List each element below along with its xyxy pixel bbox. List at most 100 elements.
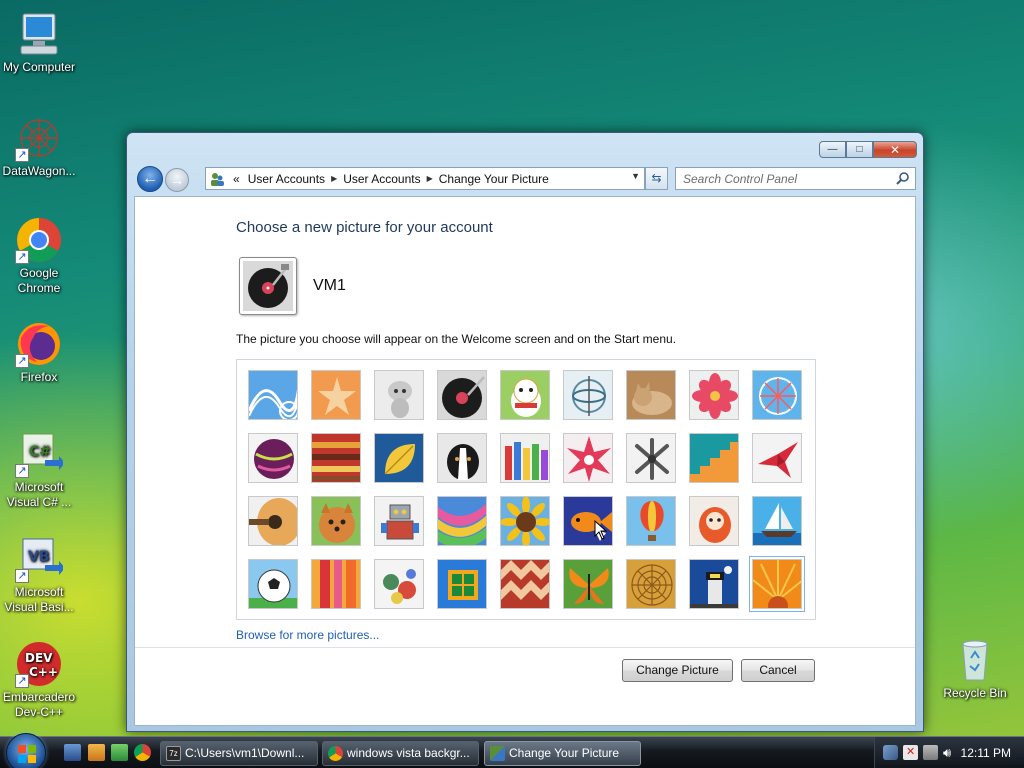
users-tray-icon[interactable] <box>883 745 898 760</box>
refresh-button[interactable]: ⇆ <box>645 167 668 190</box>
stairs-icon <box>690 434 738 482</box>
picture-tile[interactable] <box>374 370 424 420</box>
picture-tile[interactable] <box>248 370 298 420</box>
picture-tile[interactable] <box>374 559 424 609</box>
picture-tile[interactable] <box>248 433 298 483</box>
desktop-icon-my-computer[interactable]: My Computer <box>0 10 80 75</box>
desktop-icon-datawagon[interactable]: ↗ DataWagon... <box>0 114 80 179</box>
desktop-icon-google-chrome[interactable]: ↗ Google Chrome <box>0 216 80 296</box>
chevron-down-icon[interactable]: ▼ <box>631 171 640 181</box>
tray-app-icon[interactable] <box>923 745 938 760</box>
picture-tile[interactable] <box>689 370 739 420</box>
desktop-icon-recycle-bin[interactable]: Recycle Bin <box>934 636 1016 701</box>
picture-tile[interactable] <box>500 433 550 483</box>
breadcrumb-user-accounts-1[interactable]: User Accounts <box>244 172 329 186</box>
picture-tile[interactable] <box>311 559 361 609</box>
dog-border-collie-icon <box>438 434 486 482</box>
picture-tile[interactable] <box>689 433 739 483</box>
picture-tile[interactable] <box>248 496 298 546</box>
task-change-your-picture[interactable]: Change Your Picture <box>484 741 641 766</box>
picture-tile[interactable] <box>752 433 802 483</box>
clock[interactable]: 12:11 PM <box>961 746 1011 760</box>
picture-tile[interactable] <box>311 370 361 420</box>
picture-tile[interactable] <box>626 433 676 483</box>
flower-orange-icon <box>753 560 801 608</box>
picture-tile[interactable] <box>563 433 613 483</box>
desktop-icon-label: Recycle Bin <box>943 686 1007 700</box>
volume-icon[interactable]: 🔊︎ <box>943 745 958 760</box>
shortcut-arrow-icon: ↗ <box>15 569 29 583</box>
breadcrumb-overflow[interactable]: « <box>229 172 244 186</box>
picture-tile[interactable] <box>437 496 487 546</box>
media-player-icon[interactable] <box>88 744 105 761</box>
kitten-icon <box>627 371 675 419</box>
butterfly-icon <box>564 560 612 608</box>
arrow-left-icon: ← <box>142 170 158 187</box>
desktop-icon-visual-csharp[interactable]: C# ↗ Microsoft Visual C# ... <box>0 430 80 510</box>
robot-dog-icon <box>375 371 423 419</box>
picture-tile[interactable] <box>437 433 487 483</box>
desktop-icon-dev-cpp[interactable]: DEV C++ ↗ Embarcadero Dev-C++ <box>0 640 80 720</box>
star-lantern-icon <box>564 434 612 482</box>
windows-logo-icon <box>18 745 36 763</box>
current-user-picture <box>239 257 297 315</box>
dev-cpp-icon: DEV C++ ↗ <box>15 640 63 688</box>
picture-tile[interactable] <box>752 370 802 420</box>
picture-tile[interactable] <box>626 559 676 609</box>
cancel-button[interactable]: Cancel <box>741 659 815 682</box>
picture-tile[interactable] <box>500 496 550 546</box>
picture-tile[interactable] <box>626 496 676 546</box>
forward-button[interactable]: → <box>165 168 189 192</box>
picture-tile[interactable] <box>689 496 739 546</box>
mouse-cursor-icon <box>594 520 608 540</box>
minimize-button[interactable]: — <box>819 141 846 158</box>
arrow-right-icon: → <box>170 172 184 188</box>
address-bar[interactable]: « User Accounts ▶ User Accounts ▶ Change… <box>205 167 645 190</box>
picture-tile[interactable] <box>563 559 613 609</box>
chrome-quicklaunch-icon[interactable] <box>134 744 151 761</box>
close-button[interactable]: ✕ <box>873 141 917 158</box>
back-button[interactable]: ← <box>137 166 163 192</box>
picture-grid <box>236 359 816 620</box>
maximize-button[interactable]: □ <box>846 141 873 158</box>
picture-tile[interactable] <box>500 370 550 420</box>
task-chrome[interactable]: windows vista backgr... <box>322 741 479 766</box>
leaf-yellow-icon <box>375 434 423 482</box>
desktop-icon-firefox[interactable]: ↗ Firefox <box>0 320 80 385</box>
task-7zip[interactable]: 7z C:\Users\vm1\Downl... <box>160 741 318 766</box>
change-picture-button[interactable]: Change Picture <box>622 659 733 682</box>
lucky-cat-icon <box>501 371 549 419</box>
svg-text:VB: VB <box>28 549 50 565</box>
picture-tile[interactable] <box>374 433 424 483</box>
vinyl-record-icon <box>438 371 486 419</box>
search-icon[interactable] <box>896 171 910 185</box>
picture-tile[interactable] <box>311 496 361 546</box>
picture-tile[interactable] <box>752 496 802 546</box>
network-error-icon[interactable]: ✕ <box>903 745 918 760</box>
search-input[interactable] <box>676 168 886 189</box>
picture-tile-selected[interactable] <box>749 556 805 612</box>
paper-crane-icon <box>753 434 801 482</box>
sunflower-icon <box>501 497 549 545</box>
start-button[interactable] <box>6 733 46 768</box>
network-icon[interactable] <box>111 744 128 761</box>
chevron-right-icon[interactable]: ▶ <box>425 174 435 183</box>
picture-tile[interactable] <box>374 496 424 546</box>
search-box[interactable] <box>675 167 916 190</box>
picture-tile[interactable] <box>563 370 613 420</box>
picture-tile[interactable] <box>689 559 739 609</box>
picture-tile[interactable] <box>437 370 487 420</box>
picture-tile[interactable] <box>437 559 487 609</box>
browse-more-pictures-link[interactable]: Browse for more pictures... <box>236 628 379 642</box>
picture-tile[interactable] <box>500 559 550 609</box>
show-desktop-icon[interactable] <box>64 744 81 761</box>
flower-pink-icon <box>690 371 738 419</box>
picture-tile[interactable] <box>248 559 298 609</box>
chevron-right-icon[interactable]: ▶ <box>329 174 339 183</box>
picture-tile[interactable] <box>626 370 676 420</box>
breadcrumb-user-accounts-2[interactable]: User Accounts <box>339 172 424 186</box>
desktop-icon-visual-basic[interactable]: VB ↗ Microsoft Visual Basi... <box>0 535 80 615</box>
breadcrumb-change-your-picture[interactable]: Change Your Picture <box>435 172 553 186</box>
desktop-icon-label: Microsoft Visual Basi... <box>4 585 74 614</box>
picture-tile[interactable] <box>311 433 361 483</box>
